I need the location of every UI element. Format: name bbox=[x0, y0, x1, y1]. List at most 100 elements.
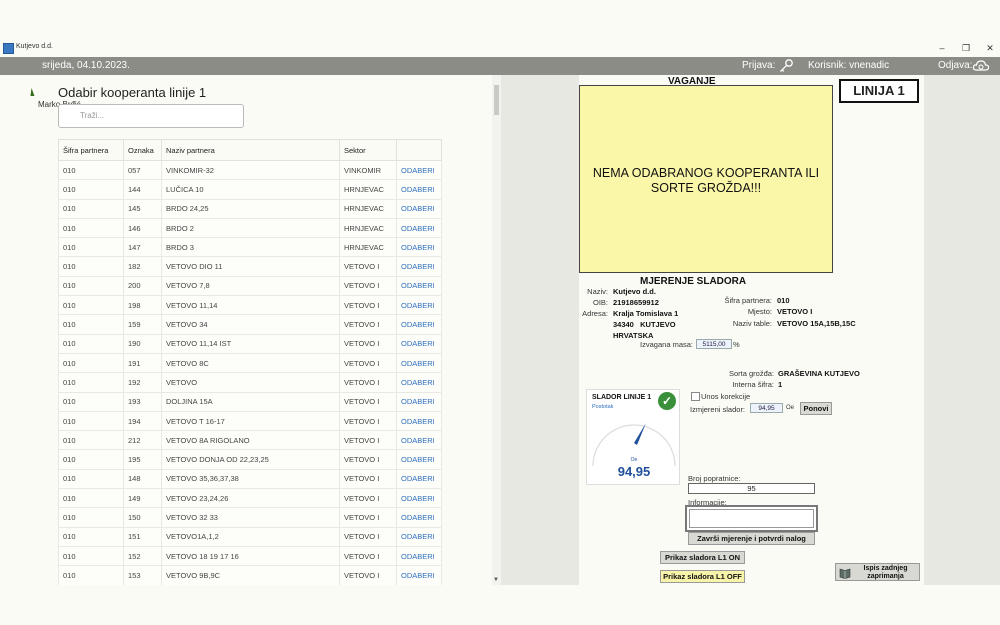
naziv-value: Kutjevo d.d. bbox=[613, 287, 656, 296]
prikaz-off-button[interactable]: Prikaz sladora L1 OFF bbox=[660, 570, 745, 583]
column-header[interactable]: Šifra partnera bbox=[58, 139, 124, 161]
table-cell: VETOVO 11,14 IST bbox=[161, 333, 340, 354]
table-row[interactable]: 010 212 VETOVO 8A RIGOLANO VETOVO I ODABERI bbox=[58, 430, 442, 451]
key-icon[interactable] bbox=[778, 58, 794, 74]
search-input[interactable]: Traži... bbox=[58, 104, 244, 128]
table-cell: HRNJEVAC bbox=[339, 179, 397, 200]
scroll-down-icon[interactable]: ▼ bbox=[493, 577, 499, 583]
table-row[interactable]: 010 149 VETOVO 23,24,26 VETOVO I ODABERI bbox=[58, 488, 442, 509]
table-cell: VETOVO DONJA OD 22,23,25 bbox=[161, 449, 340, 470]
odaberi-link[interactable]: ODABERI bbox=[396, 526, 442, 547]
table-cell: VETOVO I bbox=[339, 275, 397, 297]
odaberi-link[interactable]: ODABERI bbox=[396, 217, 442, 239]
table-row[interactable]: 010 145 BRDO 24,25 HRNJEVAC ODABERI bbox=[58, 198, 442, 219]
odaberi-link[interactable]: ODABERI bbox=[396, 295, 442, 316]
odaberi-link[interactable]: ODABERI bbox=[396, 391, 442, 412]
table-cell: VETOVO bbox=[161, 372, 340, 393]
odjava-label: Odjava: bbox=[938, 60, 973, 71]
odaberi-link[interactable]: ODABERI bbox=[396, 198, 442, 219]
table-cell: 149 bbox=[123, 488, 162, 509]
prikaz-on-button[interactable]: Prikaz sladora L1 ON bbox=[660, 551, 745, 564]
table-row[interactable]: 010 195 VETOVO DONJA OD 22,23,25 VETOVO I OD… bbox=[58, 449, 442, 470]
table-row[interactable]: 010 192 VETOVO VETOVO I ODABERI bbox=[58, 372, 442, 393]
naziv-label: Naziv: bbox=[587, 287, 608, 296]
table-row[interactable]: 010 144 LUČICA 10 HRNJEVAC ODABERI bbox=[58, 179, 442, 200]
table-cell: VINKOMIR-32 bbox=[161, 159, 340, 181]
table-cell: 159 bbox=[123, 314, 162, 335]
odaberi-link[interactable]: ODABERI bbox=[396, 275, 442, 297]
odaberi-link[interactable]: ODABERI bbox=[396, 237, 442, 258]
table-row[interactable]: 010 194 VETOVO T 16-17 VETOVO I ODABERI bbox=[58, 410, 442, 432]
odaberi-link[interactable]: ODABERI bbox=[396, 565, 442, 585]
oib-label: OIB: bbox=[592, 298, 608, 307]
table-cell: VETOVO I bbox=[339, 526, 397, 547]
no-selection-message: NEMA ODABRANOG KOOPERANTA ILI SORTE GROŽ… bbox=[592, 166, 820, 195]
table-row[interactable]: 010 198 VETOVO 11,14 VETOVO I ODABERI bbox=[58, 295, 442, 316]
table-row[interactable]: 010 146 BRDO 2 HRNJEVAC ODABERI bbox=[58, 217, 442, 239]
scrollbar-thumb[interactable] bbox=[494, 85, 499, 115]
table-cell: VETOVO I bbox=[339, 333, 397, 354]
table-cell: 057 bbox=[123, 159, 162, 181]
unos-korekcije-checkbox[interactable] bbox=[691, 392, 700, 401]
table-row[interactable]: 010 190 VETOVO 11,14 IST VETOVO I ODABERI bbox=[58, 333, 442, 354]
table-row[interactable]: 010 153 VETOVO 9B,9C VETOVO I ODABERI bbox=[58, 565, 442, 585]
sifra-value: 010 bbox=[777, 296, 790, 305]
odaberi-link[interactable]: ODABERI bbox=[396, 314, 442, 335]
zavrsi-button[interactable]: Završi mjerenje i potvrdi nalog bbox=[688, 532, 815, 545]
minimize-button[interactable]: – bbox=[932, 41, 952, 55]
odaberi-link[interactable]: ODABERI bbox=[396, 372, 442, 393]
check-ok-icon: ✓ bbox=[658, 392, 676, 410]
table-cell: 195 bbox=[123, 449, 162, 470]
table-cell: 148 bbox=[123, 468, 162, 490]
restore-button[interactable]: ❐ bbox=[956, 41, 976, 55]
table-cell: 010 bbox=[58, 237, 124, 258]
column-header[interactable]: Oznaka bbox=[123, 139, 162, 161]
table-row[interactable]: 010 150 VETOVO 32 33 VETOVO I ODABERI bbox=[58, 507, 442, 528]
odaberi-link[interactable]: ODABERI bbox=[396, 410, 442, 432]
table-cell: VETOVO 18 19 17 16 bbox=[161, 545, 340, 567]
mjerenje-title: MJERENJE SLADORA bbox=[640, 276, 747, 287]
table-cell: BRDO 2 bbox=[161, 217, 340, 239]
window-title: Kutjevo d.d. bbox=[16, 43, 53, 50]
table-row[interactable]: 010 152 VETOVO 18 19 17 16 VETOVO I ODABERI bbox=[58, 545, 442, 567]
table-row[interactable]: 010 193 DOLJINA 15A VETOVO I ODABERI bbox=[58, 391, 442, 412]
odaberi-link[interactable]: ODABERI bbox=[396, 488, 442, 509]
odaberi-link[interactable]: ODABERI bbox=[396, 507, 442, 528]
odaberi-link[interactable]: ODABERI bbox=[396, 159, 442, 181]
table-row[interactable]: 010 191 VETOVO 8C VETOVO I ODABERI bbox=[58, 352, 442, 374]
broj-popratnice-input[interactable]: 95 bbox=[688, 483, 815, 494]
table-row[interactable]: 010 200 VETOVO 7,8 VETOVO I ODABERI bbox=[58, 275, 442, 297]
table-row[interactable]: 010 148 VETOVO 35,36,37,38 VETOVO I ODABERI bbox=[58, 468, 442, 490]
mjesto-value: VETOVO I bbox=[777, 307, 813, 316]
table-row[interactable]: 010 159 VETOVO 34 VETOVO I ODABERI bbox=[58, 314, 442, 335]
table-row[interactable]: 010 147 BRDO 3 HRNJEVAC ODABERI bbox=[58, 237, 442, 258]
odaberi-link[interactable]: ODABERI bbox=[396, 179, 442, 200]
table-cell: 010 bbox=[58, 179, 124, 200]
informacije-input[interactable] bbox=[685, 505, 818, 532]
table-row[interactable]: 010 057 VINKOMIR-32 VINKOMIR ODABERI bbox=[58, 159, 442, 181]
close-button[interactable]: ✕ bbox=[980, 41, 1000, 55]
odaberi-link[interactable]: ODABERI bbox=[396, 545, 442, 567]
logout-cloud-icon[interactable] bbox=[972, 58, 990, 74]
odaberi-link[interactable]: ODABERI bbox=[396, 430, 442, 451]
window-titlebar: Kutjevo d.d. – ❐ ✕ bbox=[0, 40, 1000, 56]
current-date: srijeda, 04.10.2023. bbox=[42, 60, 130, 71]
table-cell: VETOVO1A,1,2 bbox=[161, 526, 340, 547]
table-cell: VETOVO I bbox=[339, 545, 397, 567]
interna-sifra-value: 1 bbox=[778, 380, 783, 389]
odaberi-link[interactable]: ODABERI bbox=[396, 256, 442, 277]
table-row[interactable]: 010 151 VETOVO1A,1,2 VETOVO I ODABERI bbox=[58, 526, 442, 547]
column-header[interactable]: Naziv partnera bbox=[161, 139, 340, 161]
ponovi-button[interactable]: Ponovi bbox=[800, 402, 832, 415]
table-cell: VETOVO I bbox=[339, 449, 397, 470]
odaberi-link[interactable]: ODABERI bbox=[396, 352, 442, 374]
ispis-button[interactable]: Ispis zadnjeg zaprimanja bbox=[835, 563, 920, 581]
odaberi-link[interactable]: ODABERI bbox=[396, 333, 442, 354]
odaberi-link[interactable]: ODABERI bbox=[396, 468, 442, 490]
odaberi-link[interactable]: ODABERI bbox=[396, 449, 442, 470]
table-cell: 212 bbox=[123, 430, 162, 451]
partner-list-scrollbar[interactable]: ▼ bbox=[492, 75, 501, 585]
column-header[interactable]: Sektor bbox=[339, 139, 397, 161]
table-row[interactable]: 010 182 VETOVO DIO 11 VETOVO I ODABERI bbox=[58, 256, 442, 277]
table-cell: VETOVO I bbox=[339, 256, 397, 277]
